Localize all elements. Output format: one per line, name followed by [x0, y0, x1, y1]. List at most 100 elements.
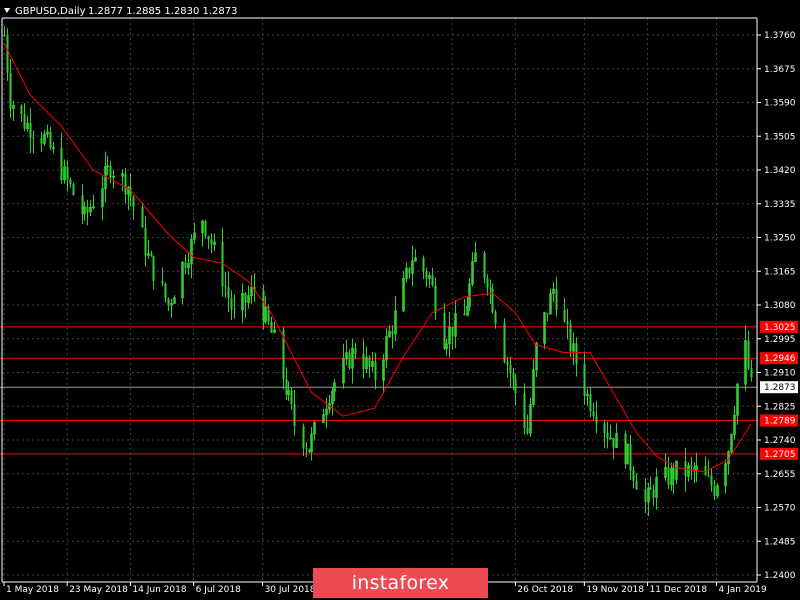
- x-tick-label: 26 Oct 2018: [517, 585, 573, 595]
- candle-body: [305, 448, 308, 450]
- candle-body: [354, 348, 357, 355]
- x-tick-label: 19 Nov 2018: [586, 585, 644, 595]
- candle-body: [152, 256, 155, 281]
- candle-body: [391, 331, 394, 334]
- candle-body: [227, 287, 230, 299]
- y-tick-label: 1.2485: [764, 537, 796, 547]
- candle-body: [141, 207, 144, 228]
- candle-body: [747, 340, 750, 368]
- candle-body: [164, 283, 167, 299]
- candle-body: [575, 343, 578, 364]
- candle-body: [690, 465, 693, 467]
- candle-body: [20, 105, 23, 114]
- candle-body: [589, 394, 592, 412]
- candle-body: [69, 179, 72, 185]
- candle-body: [374, 361, 377, 381]
- candle-body: [6, 35, 9, 73]
- candle-body: [710, 475, 713, 486]
- y-tick-label: 1.3165: [764, 267, 796, 277]
- current-price-label: 1.2873: [764, 383, 796, 393]
- y-tick-label: 1.2825: [764, 402, 796, 412]
- candle-body: [750, 367, 753, 378]
- level-label: 1.2946: [764, 354, 796, 364]
- candle-body: [132, 197, 135, 208]
- candle-body: [109, 165, 112, 178]
- candle-body: [207, 236, 210, 240]
- y-tick-label: 1.3335: [764, 200, 796, 210]
- y-tick-label: 1.2655: [764, 470, 796, 480]
- candle-body: [302, 426, 305, 449]
- candle-body: [49, 131, 52, 148]
- candle-body: [368, 357, 371, 367]
- candle-body: [523, 393, 526, 428]
- y-tick-label: 1.3590: [764, 99, 796, 109]
- candle-body: [233, 308, 236, 311]
- candle-body: [555, 289, 558, 310]
- candle-body: [431, 275, 434, 286]
- candle-body: [486, 278, 489, 288]
- y-tick-label: 1.2910: [764, 369, 796, 379]
- candle-body: [491, 289, 494, 313]
- candle-body: [72, 184, 75, 196]
- candle-body: [649, 487, 652, 490]
- candle-body: [86, 206, 89, 213]
- y-tick-label: 1.3080: [764, 301, 796, 311]
- level-label: 1.2789: [764, 417, 796, 427]
- y-tick-label: 1.3250: [764, 234, 796, 244]
- candle-body: [9, 72, 12, 109]
- candle-body: [422, 257, 425, 272]
- candle-body: [509, 364, 512, 374]
- candle-body: [3, 35, 6, 36]
- candle-body: [224, 286, 227, 288]
- level-label: 1.2705: [764, 450, 796, 460]
- candle-body: [230, 298, 233, 309]
- candle-body: [592, 411, 595, 417]
- chart-background: [0, 0, 800, 600]
- candle-body: [362, 354, 365, 369]
- x-tick-label: 14 Jun 2018: [132, 585, 186, 595]
- candle-body: [40, 138, 43, 144]
- level-label: 1.3025: [764, 323, 796, 333]
- candle-body: [569, 324, 572, 352]
- candle-body: [32, 137, 35, 139]
- y-tick-label: 1.3505: [764, 132, 796, 142]
- y-tick-label: 1.2995: [764, 335, 796, 345]
- candle-body: [483, 253, 486, 279]
- candle-body: [290, 390, 293, 405]
- candle-body: [408, 267, 411, 274]
- price-chart[interactable]: 1.3760 1.3675 1.3590 1.3505 1.3420 1.3335 1.32…: [0, 0, 800, 600]
- candle-body: [583, 363, 586, 396]
- candle-body: [443, 312, 446, 349]
- candle-body: [563, 309, 566, 322]
- x-tick-label: 23 May 2018: [69, 585, 128, 595]
- x-tick-label: 30 Jul 2018: [265, 585, 316, 595]
- y-tick-label: 1.3675: [764, 65, 796, 75]
- candle-body: [713, 485, 716, 497]
- candle-body: [270, 321, 273, 333]
- chart-header: GBPUSD,Daily 1.2877 1.2885 1.2830 1.2873: [4, 6, 238, 17]
- instaforex-logo: instaforex: [313, 568, 488, 598]
- candle-body: [652, 489, 655, 498]
- candle-body: [612, 437, 615, 448]
- x-tick-label: 4 Jan 2019: [719, 585, 767, 595]
- candle-body: [23, 113, 26, 129]
- candle-body: [129, 187, 132, 198]
- candle-body: [167, 298, 170, 306]
- candle-body: [244, 293, 247, 303]
- candle-body: [644, 489, 647, 503]
- x-tick-label: 11 Dec 2018: [650, 585, 708, 595]
- candle-body: [635, 480, 638, 490]
- symbol-label: GBPUSD,Daily: [15, 6, 86, 17]
- candle-body: [629, 444, 632, 471]
- candle-body: [704, 465, 707, 476]
- candle-body: [184, 262, 187, 268]
- x-tick-label: 1 May 2018: [6, 585, 59, 595]
- candle-body: [210, 239, 213, 245]
- candle-body: [451, 327, 454, 337]
- x-tick-label: 6 Jul 2018: [196, 585, 241, 595]
- candle-body: [29, 123, 32, 138]
- candle-body: [514, 378, 517, 394]
- y-tick-label: 1.2740: [764, 436, 796, 446]
- candle-body: [161, 280, 164, 284]
- candle-body: [603, 423, 606, 433]
